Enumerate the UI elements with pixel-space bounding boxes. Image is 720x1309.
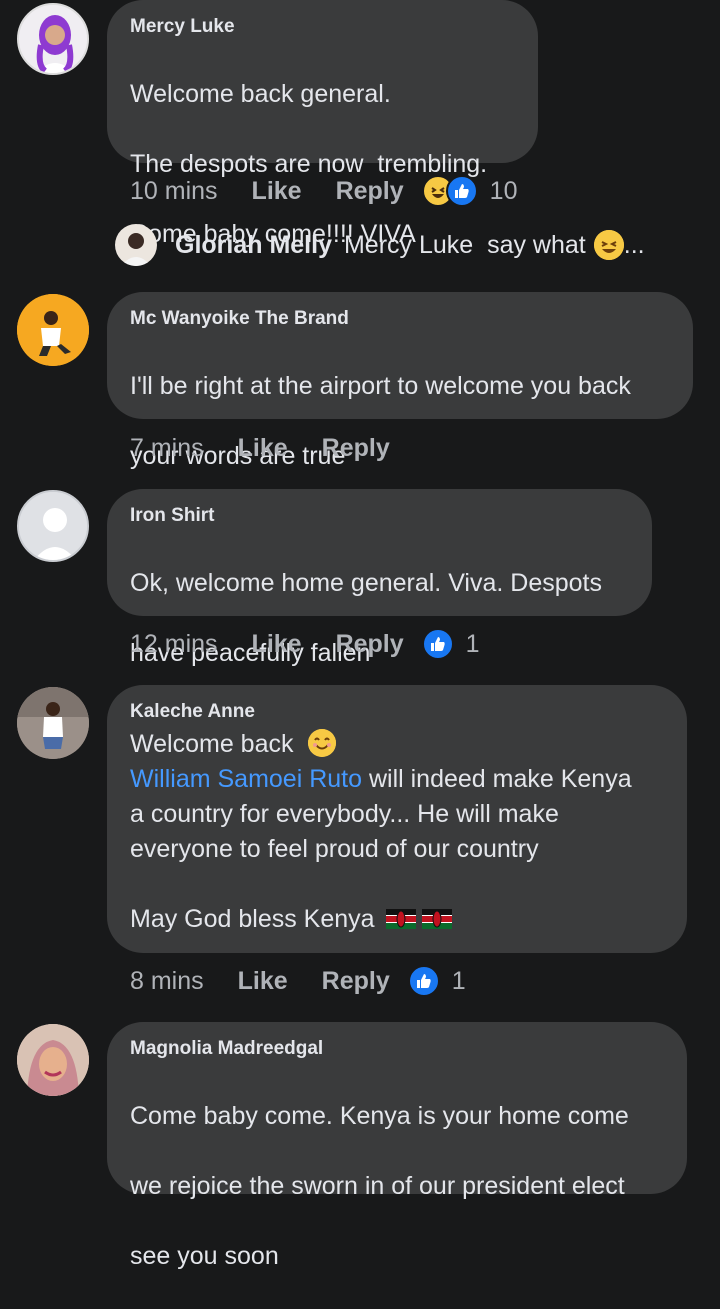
like-button[interactable]: Like xyxy=(252,630,302,659)
reaction-count: 1 xyxy=(465,629,480,658)
comment-blank-line xyxy=(130,867,664,902)
comment-meta: 10 mins Like Reply 10 xyxy=(130,174,517,208)
reaction-summary[interactable]: 1 xyxy=(407,965,466,997)
comment-line: I'll be right at the airport to welcome … xyxy=(130,372,631,400)
avatar[interactable] xyxy=(17,490,89,562)
comment-line: everyone to feel proud of our country xyxy=(130,835,539,863)
reply-ellipsis: ... xyxy=(623,230,645,259)
comment-text: Come baby come. Kenya is your home come … xyxy=(130,1064,664,1309)
reply-button[interactable]: Reply xyxy=(322,434,390,463)
kenya-flag-icon xyxy=(385,904,416,929)
like-button[interactable]: Like xyxy=(238,434,288,463)
like-icon xyxy=(421,628,454,660)
avatar[interactable] xyxy=(115,224,157,266)
comment-text: I'll be right at the airport to welcome … xyxy=(130,334,670,509)
comment-author[interactable]: Magnolia Madreedgal xyxy=(130,1038,664,1060)
reply-author[interactable]: Gloriah Melly xyxy=(175,231,332,260)
reaction-count: 10 xyxy=(489,176,518,205)
comment-bubble: Iron Shirt Ok, welcome home general. Viv… xyxy=(107,489,652,667)
comment-line: see you soon xyxy=(130,1242,279,1270)
reply-button[interactable]: Reply xyxy=(336,630,404,659)
comment-time[interactable]: 7 mins xyxy=(130,434,204,463)
comment-line: Welcome back xyxy=(130,727,664,762)
comment-bubble: Magnolia Madreedgal Come baby come. Keny… xyxy=(107,1022,687,1270)
comment-line: May God bless Kenya xyxy=(130,902,664,937)
comment-text: Welcome back William Samoei Ruto will in… xyxy=(130,727,664,937)
like-button[interactable]: Like xyxy=(252,177,302,206)
avatar[interactable] xyxy=(17,687,89,759)
reaction-count: 1 xyxy=(451,966,466,995)
comment-bubble: Mc Wanyoike The Brand I'll be right at t… xyxy=(107,292,693,470)
mention-link[interactable]: William Samoei Ruto xyxy=(130,765,362,793)
reply-text: Mercy Luke say what xyxy=(343,230,586,259)
comment-time[interactable]: 8 mins xyxy=(130,967,204,996)
like-button[interactable]: Like xyxy=(238,967,288,996)
avatar[interactable] xyxy=(17,1024,89,1096)
comment-line: Welcome back general. xyxy=(130,80,391,108)
comment-author[interactable]: Mc Wanyoike The Brand xyxy=(130,308,670,330)
reply-button[interactable]: Reply xyxy=(336,177,404,206)
comment-meta: 7 mins Like Reply xyxy=(130,431,424,465)
comment-line-text: will indeed make Kenya xyxy=(362,765,632,793)
comment-meta: 12 mins Like Reply 1 xyxy=(130,627,480,661)
comment-line-text: May God bless Kenya xyxy=(130,905,375,933)
like-icon xyxy=(407,965,440,997)
reaction-summary[interactable]: 1 xyxy=(421,628,480,660)
comment-author[interactable]: Iron Shirt xyxy=(130,505,629,527)
comment-line: Come baby come. Kenya is your home come xyxy=(130,1102,629,1130)
rofl-emoji-icon xyxy=(593,230,624,260)
comment-time[interactable]: 10 mins xyxy=(130,177,218,206)
comment-time[interactable]: 12 mins xyxy=(130,630,218,659)
reply-button[interactable]: Reply xyxy=(322,967,390,996)
comment-line: we rejoice the sworn in of our president… xyxy=(130,1172,625,1200)
avatar[interactable] xyxy=(17,3,89,75)
kenya-flag-icon xyxy=(422,904,453,929)
comment-line: William Samoei Ruto will indeed make Ken… xyxy=(130,762,664,797)
comment-bubble: Kaleche Anne Welcome back William Samoei… xyxy=(107,685,687,953)
reply-preview[interactable]: Gloriah Melly Mercy Luke say what ... xyxy=(115,224,645,266)
comment-bubble: Mercy Luke Welcome back general. The des… xyxy=(107,0,538,248)
like-icon xyxy=(445,175,478,207)
comment-author[interactable]: Mercy Luke xyxy=(130,16,515,38)
comment-author[interactable]: Kaleche Anne xyxy=(130,701,664,723)
comment-line: a country for everybody... He will make xyxy=(130,800,559,828)
comment-line: Ok, welcome home general. Viva. Despots xyxy=(130,569,602,597)
avatar[interactable] xyxy=(17,294,89,366)
comment-meta: 8 mins Like Reply 1 xyxy=(130,964,466,998)
comment-line-text: Welcome back xyxy=(130,730,294,758)
reaction-summary[interactable]: 10 xyxy=(421,175,518,207)
comment-text: Ok, welcome home general. Viva. Despots … xyxy=(130,531,629,706)
smile-emoji-icon xyxy=(308,729,337,757)
